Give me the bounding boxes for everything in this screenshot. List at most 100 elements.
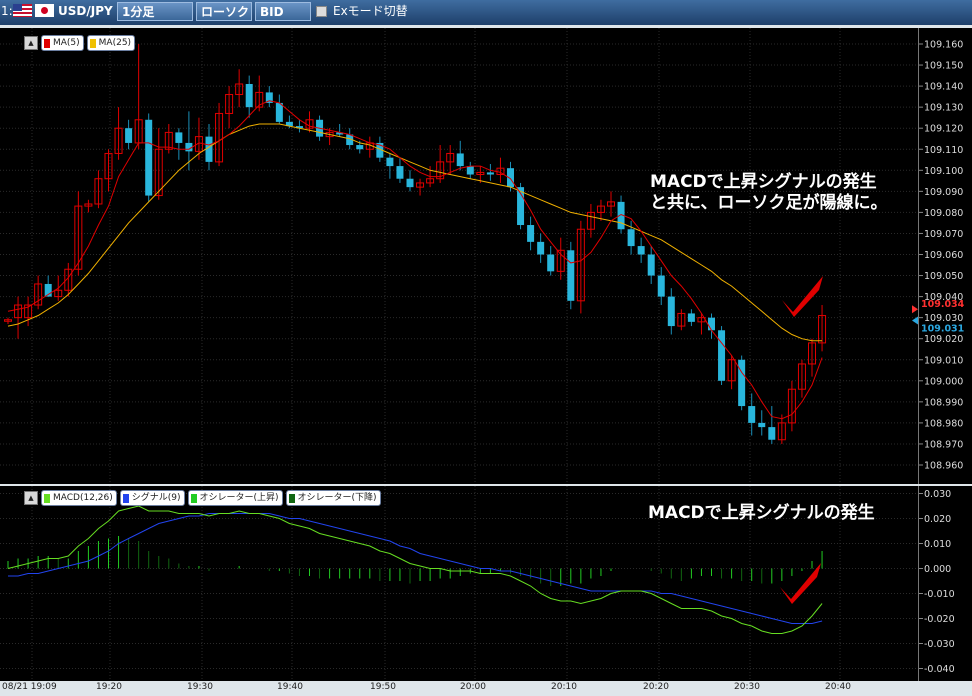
candle-body-down [386,157,394,167]
time-axis-label: 20:30 [734,682,760,692]
macd-legend: ▲ MACD(12,26) シグナル(9) オシレーター(上昇) オシレーター(… [24,490,381,506]
price-axis-label: 109.150 [924,61,963,72]
macd-axis-label: -0.010 [924,589,955,600]
time-axis-label: 19:30 [187,682,213,692]
collapse-triangle-icon[interactable]: ▲ [24,36,38,50]
price-axis-label: 109.030 [924,313,963,324]
candle-body-down [768,427,776,440]
macd-axis-label: 0.030 [924,489,951,500]
time-axis-label: 19:40 [277,682,303,692]
price-axis-label: 109.070 [924,229,963,240]
candle-body-down [456,153,464,167]
macd-axis-label: 0.010 [924,539,951,550]
legend-macd[interactable]: MACD(12,26) [41,490,117,506]
price-axis: 109.160 109.150 109.140 109.130 109.120 109.1… [918,28,972,484]
chart-index-label: 1: [1,4,13,18]
candle-body-down [738,359,746,407]
time-axis-label: 20:10 [551,682,577,692]
legend-osc-up[interactable]: オシレーター(上昇) [187,490,283,506]
price-axis-label: 109.100 [924,166,963,177]
legend-osc-up-label: オシレーター(上昇) [199,493,279,503]
price-axis-label: 109.090 [924,187,963,198]
price-chart-panel[interactable] [0,28,918,484]
legend-ma5[interactable]: MA(5) [41,35,84,51]
legend-signal[interactable]: シグナル(9) [119,490,185,506]
ex-mode-checkbox[interactable] [316,6,327,17]
toolbar: 1: USD/JPY 1分足 ローソク BID Exモード切替 [0,0,972,25]
price-annotation: MACDで上昇シグナルの発生 と共に、ローソク足が陽線に。 [650,172,888,214]
candle-body-down [687,313,695,322]
legend-osc-down-label: オシレーター(下降) [297,493,377,503]
candle-body-down [537,241,545,255]
time-axis-label: 20:20 [643,682,669,692]
price-axis-label: 109.050 [924,271,963,282]
price-axis-label: 109.000 [924,376,963,387]
us-flag-icon [13,4,32,17]
price-axis-label: 109.080 [924,208,963,219]
candle-body-down [245,83,253,108]
price-axis-label: 109.120 [924,124,963,135]
candle-body-down [486,172,494,175]
time-axis-label: 20:40 [825,682,851,692]
candle-body-down [647,254,655,276]
macd-axis-label: -0.040 [924,664,955,675]
macd-axis-label: 0.020 [924,514,951,525]
candle-body-down [637,246,645,255]
candle-body-down [175,132,183,143]
candle-body-down [758,422,766,428]
timeframe-selector[interactable]: 1分足 [117,2,193,21]
currency-pair-selector[interactable]: USD/JPY [58,2,113,21]
price-axis-label: 108.960 [924,461,963,472]
candle-body-down [466,166,474,175]
time-axis-label: 19:20 [96,682,122,692]
legend-ma25-label: MA(25) [98,38,132,48]
macd-axis-label: -0.030 [924,639,955,650]
candle-body-down [145,119,153,196]
jp-flag-icon [35,4,54,17]
candle-body-down [667,296,675,327]
legend-ma25[interactable]: MA(25) [86,35,136,51]
candle-body-down [708,317,715,331]
price-annotation-line2: と共に、ローソク足が陽線に。 [650,193,888,213]
time-axis-label: 19:50 [370,682,396,692]
last-price-label-blue: 109.031 [921,324,964,335]
price-axis-label: 109.140 [924,82,963,93]
ma5-line [7,100,823,420]
candle-body-down [275,102,283,122]
candle-body-down [396,166,404,179]
legend-osc-down[interactable]: オシレーター(下降) [285,490,381,506]
price-axis-label: 109.020 [924,334,963,345]
candle-body-down [657,275,665,297]
legend-signal-label: シグナル(9) [131,493,181,503]
candle-body-down [567,250,575,301]
legend-macd-label: MACD(12,26) [53,493,113,503]
macd-line [7,505,823,634]
macd-axis-label: -0.020 [924,614,955,625]
candlestick-chart [0,28,918,484]
price-axis-label: 109.060 [924,250,963,261]
price-axis-label: 109.130 [924,103,963,114]
price-type-selector[interactable]: BID [255,2,311,21]
price-axis-label: 108.970 [924,439,963,450]
time-axis-label: 08/21 19:09 [2,682,57,692]
macd-annotation: MACDで上昇シグナルの発生 [648,503,875,523]
price-axis-label: 109.110 [924,145,963,156]
price-legend: ▲ MA(5) MA(25) [24,35,136,51]
time-axis: 08/21 19:09 19:20 19:30 19:40 19:50 20:00 20:1… [0,681,972,696]
price-axis-label: 108.990 [924,397,963,408]
price-axis-label: 109.010 [924,355,963,366]
price-annotation-line1: MACDで上昇シグナルの発生 [650,172,877,192]
macd-axis: 0.030 0.020 0.010 0.000 -0.010 -0.020 -0.030 -0… [918,486,972,681]
ex-mode-label[interactable]: Exモード切替 [333,2,408,21]
time-axis-label: 20:00 [460,682,486,692]
price-axis-label: 109.160 [924,40,963,51]
candle-body-down [627,229,635,247]
checkmark-icon [780,563,821,604]
last-price-label-red: 109.034 [921,299,965,310]
collapse-triangle-icon[interactable]: ▲ [24,491,38,505]
price-axis-label: 108.980 [924,418,963,429]
legend-ma5-label: MA(5) [53,38,80,48]
candle-body-down [547,254,555,272]
candle-body-down [356,145,364,150]
chart-type-selector[interactable]: ローソク [196,2,252,21]
